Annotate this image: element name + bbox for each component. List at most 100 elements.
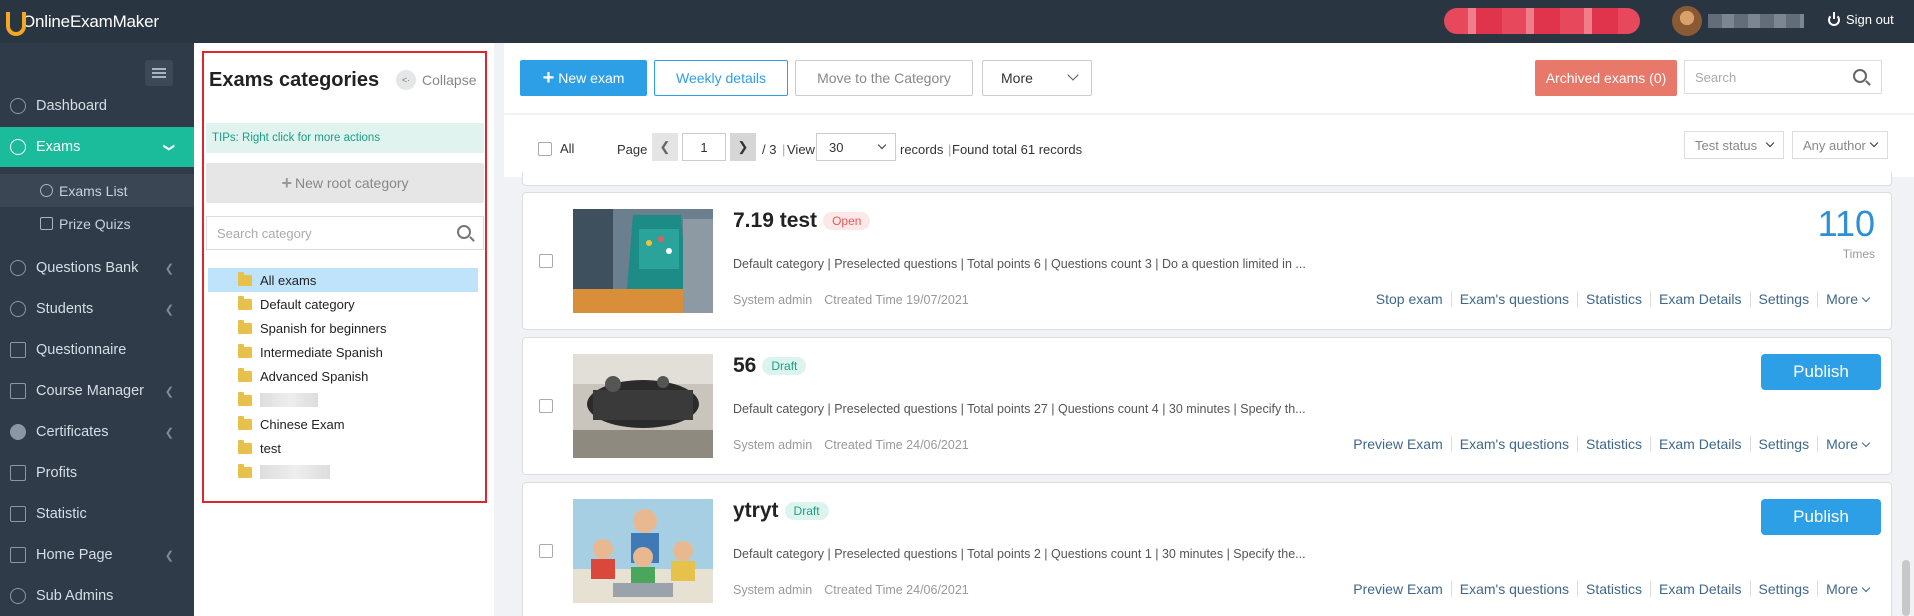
- sign-out-label: Sign out: [1846, 12, 1894, 27]
- exam-thumbnail[interactable]: [573, 354, 713, 458]
- stop-exam-link[interactable]: Stop exam: [1368, 291, 1451, 307]
- preview-exam-link[interactable]: Preview Exam: [1345, 436, 1450, 452]
- exam-thumbnail[interactable]: [573, 209, 713, 313]
- move-to-category-button[interactable]: Move to the Category: [795, 60, 973, 96]
- exam-thumbnail[interactable]: [573, 499, 713, 603]
- page-scrollbar[interactable]: [1902, 560, 1910, 616]
- tree-item-label: test: [260, 440, 281, 456]
- menu-toggle-button[interactable]: [145, 60, 173, 86]
- exam-questions-link[interactable]: Exam's questions: [1450, 291, 1577, 307]
- sidebar-item-exams[interactable]: Exams ❯: [0, 127, 194, 167]
- chevron-left-icon: ❮: [164, 385, 174, 398]
- logo[interactable]: OnlineExamMaker: [4, 10, 159, 36]
- new-root-category-label: New root category: [294, 175, 409, 191]
- exam-author: System admin: [733, 293, 813, 307]
- chevron-down-icon: ❯: [162, 142, 175, 152]
- exam-checkbox[interactable]: [539, 399, 553, 413]
- logo-icon: [4, 10, 26, 36]
- sidebar-item-questions-bank[interactable]: Questions Bank ❮: [0, 249, 194, 287]
- search-icon[interactable]: [1853, 69, 1867, 83]
- tree-item-default-category[interactable]: Default category: [208, 292, 478, 316]
- settings-link[interactable]: Settings: [1749, 581, 1818, 597]
- tree-item-spanish-beginners[interactable]: Spanish for beginners: [208, 316, 478, 340]
- publish-button[interactable]: Publish: [1761, 499, 1881, 535]
- exam-checkbox[interactable]: [539, 544, 553, 558]
- tree-item-intermediate-spanish[interactable]: Intermediate Spanish: [208, 340, 478, 364]
- page-number-input[interactable]: 1: [682, 133, 726, 161]
- author-filter[interactable]: Any author: [1792, 131, 1888, 159]
- publish-button[interactable]: Publish: [1761, 354, 1881, 390]
- checkbox[interactable]: [538, 141, 552, 156]
- tree-item-chinese-exam[interactable]: Chinese Exam: [208, 412, 478, 436]
- exam-title[interactable]: 7.19 test Open: [733, 209, 871, 233]
- avatar[interactable]: [1672, 6, 1702, 36]
- exam-search-input[interactable]: Search: [1684, 60, 1882, 94]
- test-status-filter[interactable]: Test status: [1684, 131, 1784, 159]
- tree-item-test[interactable]: test: [208, 436, 478, 460]
- new-exam-button[interactable]: + New exam: [520, 60, 647, 96]
- exam-questions-link[interactable]: Exam's questions: [1450, 581, 1577, 597]
- toolbar: + New exam Weekly details Move to the Ca…: [504, 43, 1914, 113]
- sidebar-subitem-exams-list[interactable]: Exams List: [0, 174, 194, 207]
- credit-card-icon: [10, 465, 26, 481]
- more-actions-link[interactable]: More: [1817, 581, 1877, 597]
- exam-checkbox[interactable]: [539, 254, 553, 268]
- exam-title[interactable]: 56 Draft: [733, 354, 807, 378]
- preview-exam-link[interactable]: Preview Exam: [1345, 581, 1450, 597]
- logo-text: OnlineExamMaker: [22, 12, 159, 31]
- new-root-category-button[interactable]: + New root category: [206, 163, 484, 203]
- prev-page-button[interactable]: ❮: [652, 133, 678, 161]
- user-icon: [10, 301, 26, 317]
- next-page-button[interactable]: ❯: [730, 133, 756, 161]
- tree-item-all-exams[interactable]: All exams: [208, 268, 478, 292]
- statistics-link[interactable]: Statistics: [1577, 436, 1650, 452]
- exam-details-link[interactable]: Exam Details: [1650, 436, 1749, 452]
- tree-item-redacted[interactable]: [208, 388, 478, 412]
- exam-questions-link[interactable]: Exam's questions: [1450, 436, 1577, 452]
- sign-out-button[interactable]: Sign out: [1828, 11, 1894, 27]
- sidebar-item-course-manager[interactable]: Course Manager ❮: [0, 372, 194, 410]
- more-actions-link[interactable]: More: [1817, 436, 1877, 452]
- exam-title[interactable]: ytryt Draft: [733, 499, 829, 523]
- sidebar-item-students[interactable]: Students ❮: [0, 290, 194, 328]
- exam-search-placeholder: Search: [1695, 69, 1737, 85]
- sidebar-item-profits[interactable]: Profits: [0, 454, 194, 492]
- sidebar-item-sub-admins[interactable]: Sub Admins: [0, 577, 194, 615]
- select-all-checkbox[interactable]: All: [538, 141, 574, 156]
- attempt-count-label: Times: [1842, 247, 1875, 261]
- category-panel-title: Exams categories: [209, 69, 380, 91]
- statistics-link[interactable]: Statistics: [1577, 291, 1650, 307]
- graduation-cap-icon: [10, 383, 26, 399]
- exam-created: Ctreated Time 24/06/2021: [824, 438, 969, 452]
- exam-details-link[interactable]: Exam Details: [1650, 291, 1749, 307]
- sidebar-item-certificates[interactable]: Certificates ❮: [0, 413, 194, 451]
- per-page-select[interactable]: 30: [816, 133, 896, 161]
- sidebar-subitem-prize-quizs[interactable]: Prize Quizs: [0, 207, 194, 240]
- tree-item-redacted[interactable]: [208, 460, 478, 484]
- sidebar-item-dashboard[interactable]: Dashboard: [0, 87, 194, 125]
- sidebar-item-home-page[interactable]: Home Page ❮: [0, 536, 194, 574]
- sidebar-item-label: Questions Bank: [36, 260, 139, 276]
- weekly-details-button[interactable]: Weekly details: [654, 60, 788, 96]
- author-filter-label: Any author: [1803, 137, 1866, 153]
- status-badge: Draft: [762, 357, 807, 375]
- separator: |: [948, 142, 952, 157]
- plus-icon: +: [542, 66, 555, 89]
- settings-link[interactable]: Settings: [1749, 291, 1818, 307]
- sidebar-item-questionnaire[interactable]: Questionnaire: [0, 331, 194, 369]
- found-records: Found total 61 records: [952, 142, 1083, 157]
- more-dropdown[interactable]: More: [982, 60, 1092, 96]
- tree-item-advanced-spanish[interactable]: Advanced Spanish: [208, 364, 478, 388]
- sidebar-item-label: Exams: [36, 139, 81, 155]
- collapse-button[interactable]: <· Collapse: [396, 70, 476, 90]
- sidebar-item-statistic[interactable]: Statistic: [0, 495, 194, 533]
- more-actions-link[interactable]: More: [1817, 291, 1877, 307]
- collapse-label: Collapse: [422, 72, 477, 88]
- chevron-left-icon: ❮: [164, 262, 174, 275]
- search-icon[interactable]: [457, 225, 471, 239]
- category-search-input[interactable]: Search category: [206, 216, 484, 250]
- exam-details-link[interactable]: Exam Details: [1650, 581, 1749, 597]
- statistics-link[interactable]: Statistics: [1577, 581, 1650, 597]
- settings-link[interactable]: Settings: [1749, 436, 1818, 452]
- archived-exams-button[interactable]: Archived exams (0): [1535, 60, 1677, 96]
